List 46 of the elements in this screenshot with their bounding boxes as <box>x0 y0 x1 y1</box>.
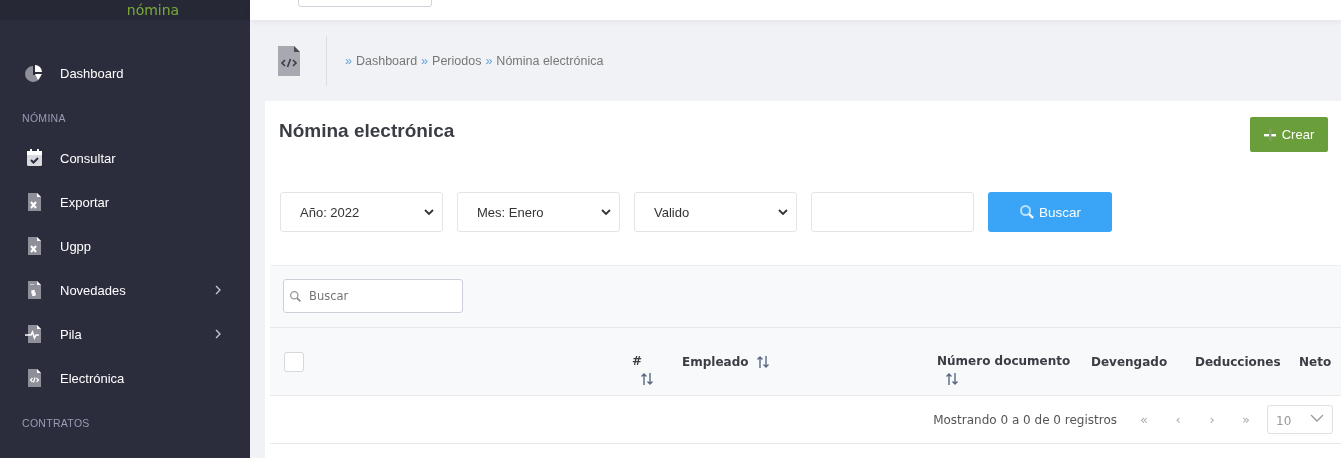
nav-item[interactable]: Dashboard <box>0 62 250 84</box>
pie-chart-icon <box>24 63 44 83</box>
code-file-icon <box>278 46 300 76</box>
chevron-down-icon <box>424 209 434 215</box>
dropdown[interactable]: Mes: Enero <box>457 192 620 232</box>
column-header[interactable]: # <box>620 337 670 386</box>
logo-text: nómina <box>125 1 180 20</box>
nav-item[interactable]: Ugpp <box>0 235 250 257</box>
pulse-file-icon <box>24 324 44 344</box>
section-heading: CONTRATOS <box>21 417 91 429</box>
search-icon <box>289 290 302 303</box>
records-info: Mostrando 0 a 0 de 0 registros <box>933 412 1117 427</box>
sort-icon <box>756 354 771 369</box>
column-header[interactable]: Número documento <box>925 337 1079 386</box>
chevron-down-icon <box>778 209 788 215</box>
calendar-check-icon <box>24 148 44 168</box>
breadcrumb-separator: » <box>485 54 493 68</box>
chevron-right-icon <box>214 285 222 295</box>
nav-item[interactable]: Electrónica <box>0 367 250 389</box>
breadcrumb-separator: » <box>345 54 352 68</box>
nav-item[interactable]: Exportar <box>0 191 250 213</box>
breadcrumb-link[interactable]: Periodos <box>432 54 482 68</box>
section-heading: NÓMINA <box>21 112 67 124</box>
sort-icon <box>945 371 959 386</box>
nav-item[interactable]: Consultar <box>0 147 250 169</box>
column-header[interactable]: Deducciones <box>1183 350 1287 373</box>
nav-item[interactable]: Pila <box>0 323 250 345</box>
search-field[interactable]: Buscar <box>283 279 463 313</box>
dropdown[interactable]: Valido <box>634 192 797 232</box>
plus-icon <box>1263 128 1276 141</box>
column-header[interactable]: Empleado <box>670 350 925 373</box>
checkbox[interactable] <box>284 351 304 372</box>
chevron-down-icon <box>601 209 611 215</box>
page-title: Nómina electrónica <box>279 120 455 143</box>
search-icon <box>1019 204 1035 220</box>
sort-icon <box>640 371 654 386</box>
column-header[interactable]: Neto <box>1287 350 1341 373</box>
breadcrumb-separator: » <box>421 54 429 68</box>
breadcrumb-link[interactable]: Dashboard <box>355 54 418 68</box>
nav-item[interactable]: Novedades <box>0 279 250 301</box>
input-field[interactable] <box>811 192 974 232</box>
dropdown[interactable]: Año: 2022 <box>280 192 443 232</box>
chevron-right-icon <box>214 329 222 339</box>
breadcrumb-link[interactable]: Nómina electrónica <box>496 54 604 68</box>
column-header[interactable]: Devengado <box>1079 350 1183 373</box>
chevron-down-icon <box>1310 414 1324 422</box>
